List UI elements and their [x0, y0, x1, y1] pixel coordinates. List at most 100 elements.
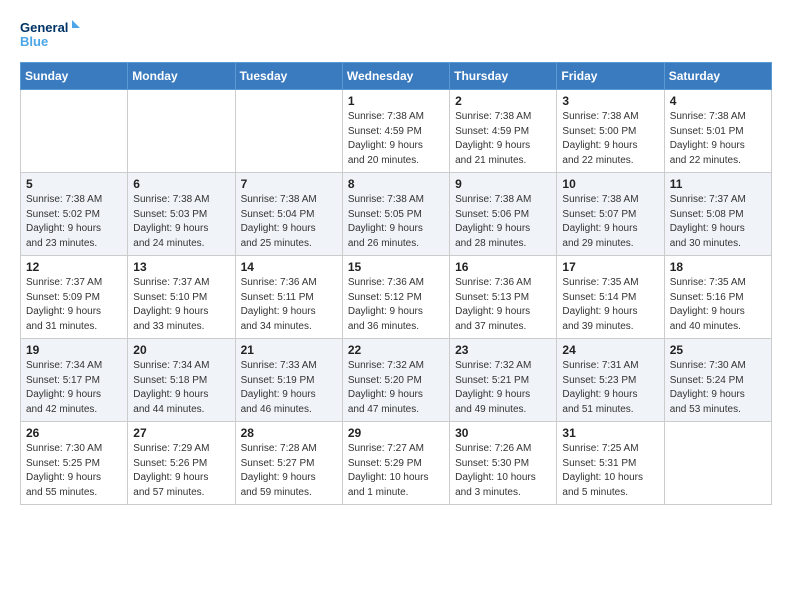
day-number: 23 [455, 343, 551, 357]
calendar-cell: 31 Sunrise: 7:25 AM Sunset: 5:31 PM Dayli… [557, 422, 664, 505]
day-info: Sunrise: 7:26 AM Sunset: 5:30 PM Dayligh… [455, 442, 551, 500]
weekday-header: Monday [128, 63, 235, 90]
day-number: 3 [562, 94, 658, 108]
page-container: General Blue SundayMondayTuesdayWednesda… [0, 0, 792, 521]
calendar-cell: 15 Sunrise: 7:36 AM Sunset: 5:12 PM Dayli… [342, 256, 449, 339]
day-info: Sunrise: 7:36 AM Sunset: 5:12 PM Dayligh… [348, 276, 444, 334]
day-info: Sunrise: 7:35 AM Sunset: 5:16 PM Dayligh… [670, 276, 766, 334]
calendar-cell: 2 Sunrise: 7:38 AM Sunset: 4:59 PM Daylig… [450, 90, 557, 173]
logo: General Blue [20, 16, 80, 52]
weekday-header: Saturday [664, 63, 771, 90]
calendar-cell: 22Sunrise: 7:32 AM Sunset: 5:20 PM Dayli… [342, 339, 449, 422]
calendar-cell: 9 Sunrise: 7:38 AM Sunset: 5:06 PM Daylig… [450, 173, 557, 256]
calendar-cell [664, 422, 771, 505]
day-info: Sunrise: 7:38 AM Sunset: 5:07 PM Dayligh… [562, 193, 658, 251]
day-info: Sunrise: 7:32 AM Sunset: 5:20 PM Dayligh… [348, 359, 444, 417]
day-number: 28 [241, 426, 337, 440]
calendar-cell: 1 Sunrise: 7:38 AM Sunset: 4:59 PM Daylig… [342, 90, 449, 173]
calendar-week-row: 1 Sunrise: 7:38 AM Sunset: 4:59 PM Daylig… [21, 90, 772, 173]
weekday-header: Sunday [21, 63, 128, 90]
calendar-cell: 14Sunrise: 7:36 AM Sunset: 5:11 PM Dayli… [235, 256, 342, 339]
calendar-cell: 30 Sunrise: 7:26 AM Sunset: 5:30 PM Dayli… [450, 422, 557, 505]
calendar-cell: 23 Sunrise: 7:32 AM Sunset: 5:21 PM Dayli… [450, 339, 557, 422]
day-info: Sunrise: 7:37 AM Sunset: 5:09 PM Dayligh… [26, 276, 122, 334]
day-info: Sunrise: 7:34 AM Sunset: 5:18 PM Dayligh… [133, 359, 229, 417]
day-number: 8 [348, 177, 444, 191]
day-number: 19 [26, 343, 122, 357]
day-number: 11 [670, 177, 766, 191]
calendar-cell: 10 Sunrise: 7:38 AM Sunset: 5:07 PM Dayli… [557, 173, 664, 256]
day-number: 15 [348, 260, 444, 274]
day-number: 30 [455, 426, 551, 440]
day-number: 31 [562, 426, 658, 440]
day-info: Sunrise: 7:25 AM Sunset: 5:31 PM Dayligh… [562, 442, 658, 500]
svg-text:Blue: Blue [20, 34, 48, 49]
day-number: 2 [455, 94, 551, 108]
calendar-cell: 28 Sunrise: 7:28 AM Sunset: 5:27 PM Dayli… [235, 422, 342, 505]
calendar-week-row: 5 Sunrise: 7:38 AM Sunset: 5:02 PM Daylig… [21, 173, 772, 256]
day-number: 20 [133, 343, 229, 357]
day-number: 26 [26, 426, 122, 440]
calendar-cell: 20 Sunrise: 7:34 AM Sunset: 5:18 PM Dayli… [128, 339, 235, 422]
day-info: Sunrise: 7:28 AM Sunset: 5:27 PM Dayligh… [241, 442, 337, 500]
weekday-header: Wednesday [342, 63, 449, 90]
calendar-cell: 8Sunrise: 7:38 AM Sunset: 5:05 PM Daylig… [342, 173, 449, 256]
weekday-header: Tuesday [235, 63, 342, 90]
calendar-cell: 18 Sunrise: 7:35 AM Sunset: 5:16 PM Dayli… [664, 256, 771, 339]
day-number: 7 [241, 177, 337, 191]
day-info: Sunrise: 7:38 AM Sunset: 4:59 PM Dayligh… [348, 110, 444, 168]
day-number: 24 [562, 343, 658, 357]
calendar-cell: 29Sunrise: 7:27 AM Sunset: 5:29 PM Dayli… [342, 422, 449, 505]
day-info: Sunrise: 7:36 AM Sunset: 5:13 PM Dayligh… [455, 276, 551, 334]
day-info: Sunrise: 7:30 AM Sunset: 5:25 PM Dayligh… [26, 442, 122, 500]
calendar-cell: 19 Sunrise: 7:34 AM Sunset: 5:17 PM Dayli… [21, 339, 128, 422]
day-number: 13 [133, 260, 229, 274]
day-number: 18 [670, 260, 766, 274]
calendar-cell: 3Sunrise: 7:38 AM Sunset: 5:00 PM Daylig… [557, 90, 664, 173]
weekday-header: Thursday [450, 63, 557, 90]
calendar-cell: 17 Sunrise: 7:35 AM Sunset: 5:14 PM Dayli… [557, 256, 664, 339]
day-number: 1 [348, 94, 444, 108]
calendar-week-row: 12Sunrise: 7:37 AM Sunset: 5:09 PM Dayli… [21, 256, 772, 339]
calendar-cell: 6Sunrise: 7:38 AM Sunset: 5:03 PM Daylig… [128, 173, 235, 256]
day-number: 9 [455, 177, 551, 191]
calendar-week-row: 26 Sunrise: 7:30 AM Sunset: 5:25 PM Dayli… [21, 422, 772, 505]
day-number: 6 [133, 177, 229, 191]
calendar-table: SundayMondayTuesdayWednesdayThursdayFrid… [20, 62, 772, 505]
day-info: Sunrise: 7:34 AM Sunset: 5:17 PM Dayligh… [26, 359, 122, 417]
day-info: Sunrise: 7:27 AM Sunset: 5:29 PM Dayligh… [348, 442, 444, 500]
day-number: 27 [133, 426, 229, 440]
calendar-week-row: 19 Sunrise: 7:34 AM Sunset: 5:17 PM Dayli… [21, 339, 772, 422]
calendar-cell: 4 Sunrise: 7:38 AM Sunset: 5:01 PM Daylig… [664, 90, 771, 173]
calendar-cell: 11Sunrise: 7:37 AM Sunset: 5:08 PM Dayli… [664, 173, 771, 256]
day-number: 16 [455, 260, 551, 274]
weekday-header: Friday [557, 63, 664, 90]
day-info: Sunrise: 7:38 AM Sunset: 5:06 PM Dayligh… [455, 193, 551, 251]
day-info: Sunrise: 7:38 AM Sunset: 5:01 PM Dayligh… [670, 110, 766, 168]
calendar-cell: 12Sunrise: 7:37 AM Sunset: 5:09 PM Dayli… [21, 256, 128, 339]
day-info: Sunrise: 7:38 AM Sunset: 5:02 PM Dayligh… [26, 193, 122, 251]
calendar-cell: 25Sunrise: 7:30 AM Sunset: 5:24 PM Dayli… [664, 339, 771, 422]
calendar-cell [128, 90, 235, 173]
day-number: 14 [241, 260, 337, 274]
day-number: 21 [241, 343, 337, 357]
svg-text:General: General [20, 20, 68, 35]
calendar-cell: 5 Sunrise: 7:38 AM Sunset: 5:02 PM Daylig… [21, 173, 128, 256]
calendar-header-row: SundayMondayTuesdayWednesdayThursdayFrid… [21, 63, 772, 90]
day-info: Sunrise: 7:32 AM Sunset: 5:21 PM Dayligh… [455, 359, 551, 417]
calendar-cell: 21 Sunrise: 7:33 AM Sunset: 5:19 PM Dayli… [235, 339, 342, 422]
day-number: 5 [26, 177, 122, 191]
day-info: Sunrise: 7:33 AM Sunset: 5:19 PM Dayligh… [241, 359, 337, 417]
logo-svg: General Blue [20, 16, 80, 52]
day-number: 4 [670, 94, 766, 108]
day-info: Sunrise: 7:35 AM Sunset: 5:14 PM Dayligh… [562, 276, 658, 334]
calendar-cell: 13 Sunrise: 7:37 AM Sunset: 5:10 PM Dayli… [128, 256, 235, 339]
calendar-cell [235, 90, 342, 173]
day-number: 10 [562, 177, 658, 191]
day-info: Sunrise: 7:38 AM Sunset: 4:59 PM Dayligh… [455, 110, 551, 168]
calendar-cell: 7Sunrise: 7:38 AM Sunset: 5:04 PM Daylig… [235, 173, 342, 256]
day-info: Sunrise: 7:37 AM Sunset: 5:10 PM Dayligh… [133, 276, 229, 334]
day-number: 17 [562, 260, 658, 274]
day-info: Sunrise: 7:29 AM Sunset: 5:26 PM Dayligh… [133, 442, 229, 500]
calendar-cell [21, 90, 128, 173]
